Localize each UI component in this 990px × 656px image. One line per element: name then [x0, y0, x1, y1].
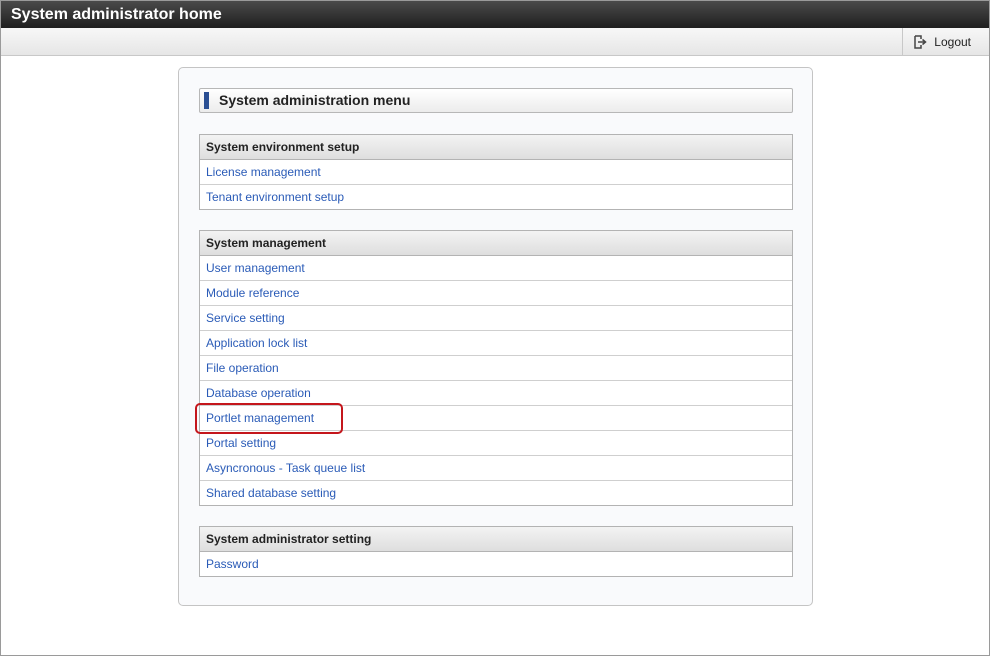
- logout-label: Logout: [934, 34, 971, 49]
- list-item: License management: [200, 160, 792, 185]
- logout-button[interactable]: Logout: [902, 28, 981, 55]
- toolbar: Logout: [1, 28, 989, 56]
- menu-header: System administration menu: [199, 88, 793, 113]
- list-item: Asyncronous - Task queue list: [200, 456, 792, 481]
- menu-title: System administration menu: [219, 92, 411, 108]
- logout-icon: [913, 34, 927, 49]
- menu-link-shared-database-setting[interactable]: Shared database setting: [206, 486, 336, 500]
- header-accent-bar: [204, 92, 209, 109]
- list-item: Tenant environment setup: [200, 185, 792, 209]
- section-system-administrator-setting: System administrator setting Password: [199, 526, 793, 577]
- list-item: Database operation: [200, 381, 792, 406]
- list-item: File operation: [200, 356, 792, 381]
- list-item: Password: [200, 552, 792, 576]
- menu-link-license-management[interactable]: License management: [206, 165, 321, 179]
- menu-link-user-management[interactable]: User management: [206, 261, 305, 275]
- list-item: Portal setting: [200, 431, 792, 456]
- section-title: System environment setup: [200, 135, 792, 160]
- section-system-environment-setup: System environment setup License managem…: [199, 134, 793, 210]
- menu-link-module-reference[interactable]: Module reference: [206, 286, 299, 300]
- window-title: System administrator home: [1, 1, 989, 28]
- list-item: User management: [200, 256, 792, 281]
- app-window: System administrator home Logout System …: [0, 0, 990, 656]
- list-item: Module reference: [200, 281, 792, 306]
- list-item: Shared database setting: [200, 481, 792, 505]
- admin-menu-panel: System administration menu System enviro…: [178, 67, 813, 606]
- section-title: System administrator setting: [200, 527, 792, 552]
- menu-link-database-operation[interactable]: Database operation: [206, 386, 311, 400]
- menu-link-tenant-environment-setup[interactable]: Tenant environment setup: [206, 190, 344, 204]
- menu-link-application-lock-list[interactable]: Application lock list: [206, 336, 307, 350]
- menu-link-portlet-management[interactable]: Portlet management: [206, 411, 314, 425]
- list-item: Portlet management: [200, 406, 792, 431]
- list-item: Service setting: [200, 306, 792, 331]
- section-title: System management: [200, 231, 792, 256]
- list-item: Application lock list: [200, 331, 792, 356]
- menu-link-password[interactable]: Password: [206, 557, 259, 571]
- menu-link-portal-setting[interactable]: Portal setting: [206, 436, 276, 450]
- menu-link-file-operation[interactable]: File operation: [206, 361, 279, 375]
- section-system-management: System management User management Module…: [199, 230, 793, 506]
- menu-link-service-setting[interactable]: Service setting: [206, 311, 285, 325]
- menu-link-async-task-queue-list[interactable]: Asyncronous - Task queue list: [206, 461, 365, 475]
